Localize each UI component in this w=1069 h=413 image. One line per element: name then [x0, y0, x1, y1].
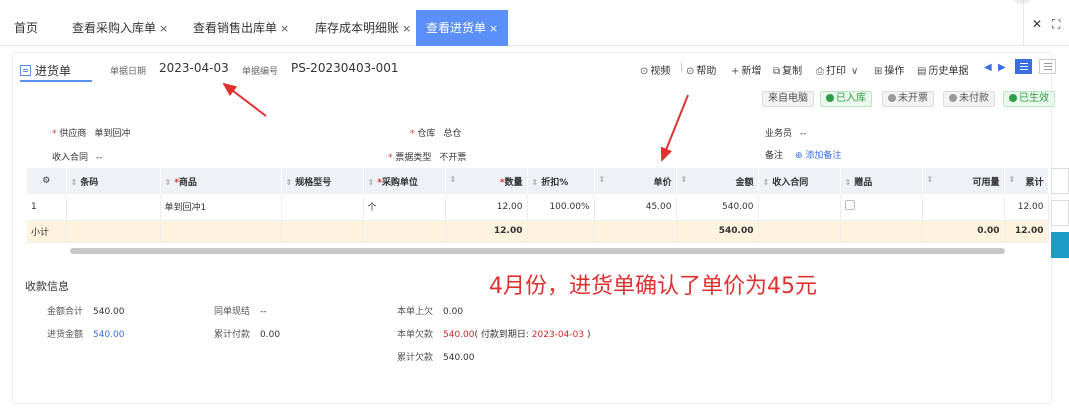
arrow-to-date	[222, 82, 267, 117]
side-note-icon[interactable]	[1051, 168, 1069, 194]
annotation-arrows	[222, 82, 689, 162]
arrow-to-price	[660, 94, 689, 162]
side-attach-icon[interactable]	[1051, 200, 1069, 226]
side-edit-icon[interactable]	[1051, 232, 1069, 258]
